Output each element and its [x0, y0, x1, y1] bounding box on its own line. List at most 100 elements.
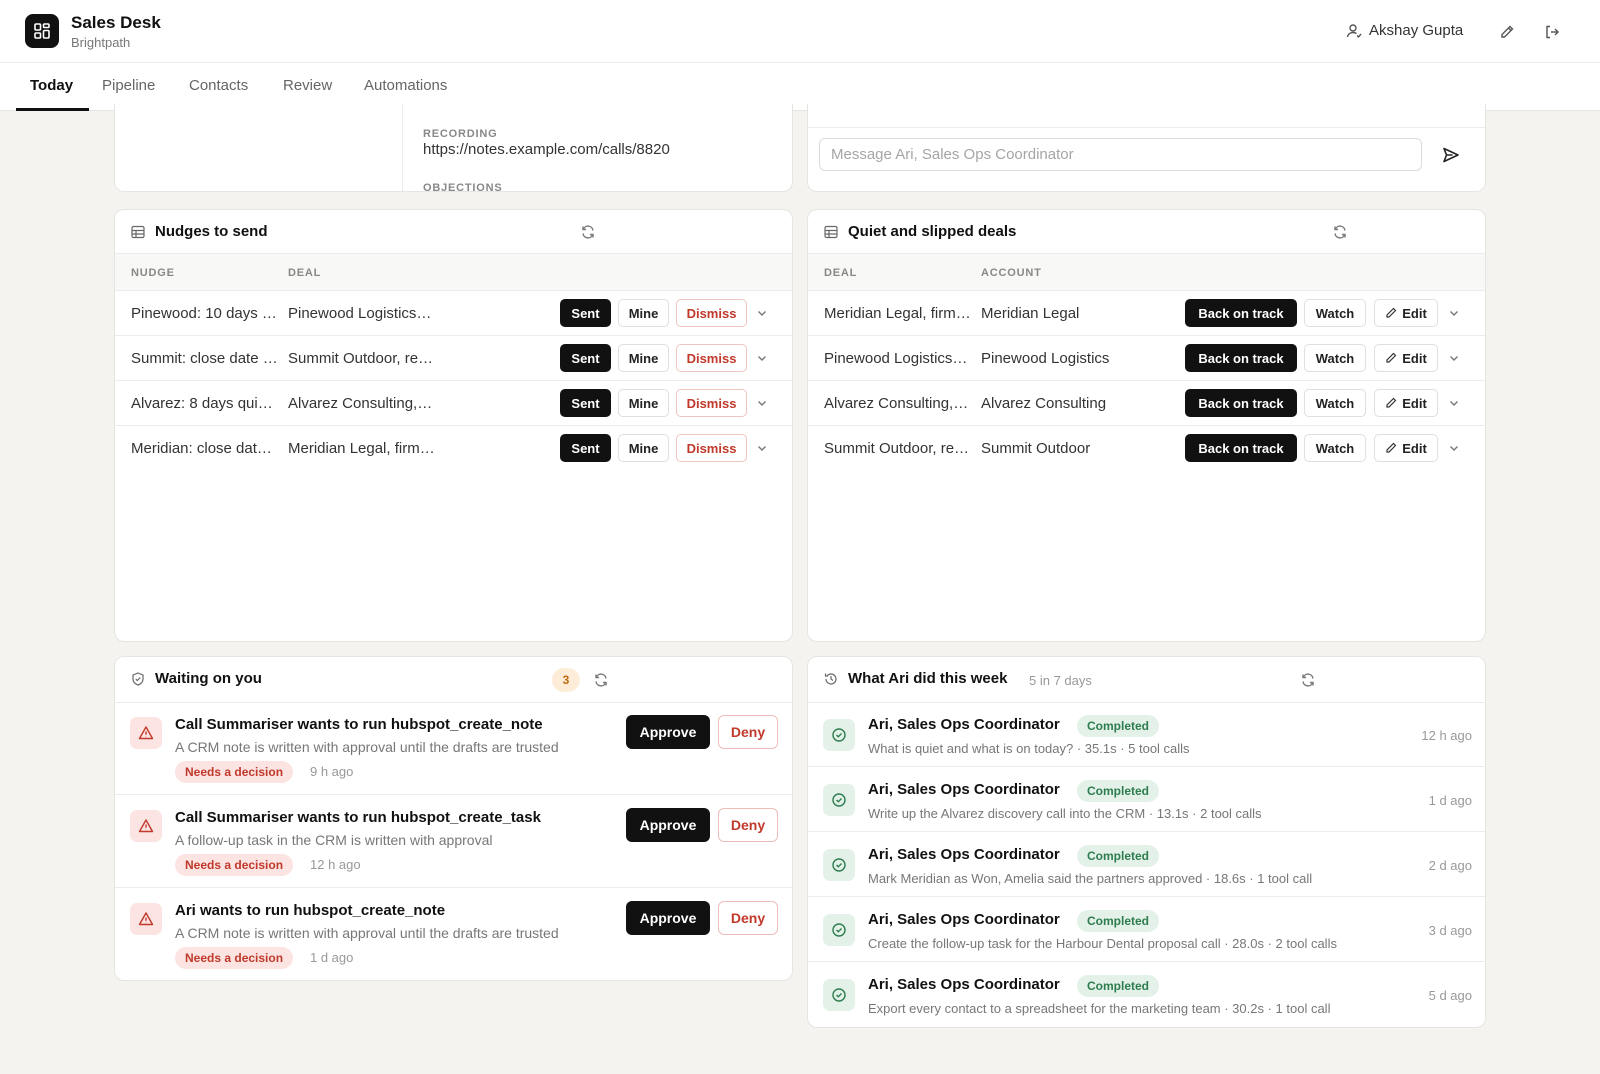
dismiss-button[interactable]: Dismiss — [676, 344, 747, 372]
chat-divider — [808, 127, 1485, 128]
timestamp: 9 h ago — [310, 764, 354, 779]
activity-item[interactable]: Ari, Sales Ops Coordinator Completed Exp… — [808, 963, 1485, 1027]
edit-button[interactable]: Edit — [1374, 299, 1438, 327]
tab-pipeline[interactable]: Pipeline — [102, 77, 155, 94]
sent-button[interactable]: Sent — [560, 344, 611, 372]
chevron-down-icon[interactable] — [1448, 352, 1460, 364]
mine-button[interactable]: Mine — [618, 434, 669, 462]
watch-button[interactable]: Watch — [1304, 434, 1366, 462]
nudge-cell: Alvarez: 8 days qui… — [131, 395, 273, 412]
edit-button[interactable]: Edit — [1374, 344, 1438, 372]
dismiss-button[interactable]: Dismiss — [676, 299, 747, 327]
pencil-icon — [1385, 352, 1397, 364]
check-circle-icon — [823, 849, 855, 881]
deny-button[interactable]: Deny — [718, 808, 778, 842]
check-circle-icon — [823, 979, 855, 1011]
approve-button[interactable]: Approve — [626, 808, 710, 842]
watch-button[interactable]: Watch — [1304, 299, 1366, 327]
edit-button[interactable]: Edit — [1374, 434, 1438, 462]
chevron-down-icon[interactable] — [1448, 442, 1460, 454]
activity-item[interactable]: Ari, Sales Ops Coordinator Completed Mar… — [808, 833, 1485, 897]
back-on-track-button[interactable]: Back on track — [1185, 434, 1297, 462]
approval-title: Ari wants to run hubspot_create_note — [175, 902, 446, 919]
refresh-icon[interactable] — [1332, 224, 1348, 240]
watch-button[interactable]: Watch — [1304, 389, 1366, 417]
chevron-down-icon[interactable] — [756, 397, 768, 409]
account-cell: Meridian Legal — [981, 305, 1080, 322]
tab-review[interactable]: Review — [283, 77, 332, 94]
approval-item: Call Summariser wants to run hubspot_cre… — [115, 703, 792, 795]
refresh-icon[interactable] — [580, 224, 596, 240]
agent-name: Ari, Sales Ops Coordinator — [868, 911, 1060, 928]
logout-icon[interactable] — [1542, 22, 1562, 42]
deal-cell: Meridian Legal, firm… — [288, 440, 435, 457]
chevron-down-icon[interactable] — [1448, 397, 1460, 409]
timestamp: 12 h ago — [310, 857, 361, 872]
sent-button[interactable]: Sent — [560, 389, 611, 417]
check-circle-icon — [823, 914, 855, 946]
tab-automations[interactable]: Automations — [364, 77, 447, 94]
status-badge: Completed — [1077, 715, 1160, 737]
dismiss-button[interactable]: Dismiss — [676, 389, 747, 417]
activity-item[interactable]: Ari, Sales Ops Coordinator Completed Wha… — [808, 703, 1485, 767]
edit-button[interactable]: Edit — [1374, 389, 1438, 417]
activity-item[interactable]: Ari, Sales Ops Coordinator Completed Cre… — [808, 898, 1485, 962]
status-badge: Completed — [1077, 910, 1160, 932]
agent-name: Ari, Sales Ops Coordinator — [868, 716, 1060, 733]
app-title: Sales Desk — [71, 13, 161, 32]
recording-link[interactable]: https://notes.example.com/calls/8820 — [423, 141, 670, 158]
approval-description: A CRM note is written with approval unti… — [175, 739, 559, 755]
call-details-panel: RECORDING https://notes.example.com/call… — [403, 104, 792, 191]
table-row: Pinewood: 10 days … Pinewood Logistics… … — [115, 291, 792, 336]
chevron-down-icon[interactable] — [756, 352, 768, 364]
approve-button[interactable]: Approve — [626, 715, 710, 749]
timestamp: 5 d ago — [1428, 988, 1472, 1003]
deny-button[interactable]: Deny — [718, 715, 778, 749]
column-header-deal: DEAL — [824, 267, 858, 279]
activity-item[interactable]: Ari, Sales Ops Coordinator Completed Wri… — [808, 768, 1485, 832]
chevron-down-icon[interactable] — [756, 442, 768, 454]
approve-button[interactable]: Approve — [626, 901, 710, 935]
approval-title: Call Summariser wants to run hubspot_cre… — [175, 809, 541, 826]
check-circle-icon — [823, 719, 855, 751]
chevron-down-icon[interactable] — [1448, 307, 1460, 319]
column-header-nudge: NUDGE — [131, 267, 175, 279]
activity-description: Mark Meridian as Won, Amelia said the pa… — [868, 871, 1313, 886]
chevron-down-icon[interactable] — [756, 307, 768, 319]
tab-today[interactable]: Today — [30, 77, 73, 94]
activity-description: What is quiet and what is on today? · 35… — [868, 741, 1190, 756]
user-name: Akshay Gupta — [1369, 22, 1464, 39]
mine-button[interactable]: Mine — [618, 389, 669, 417]
deny-button[interactable]: Deny — [718, 901, 778, 935]
timestamp: 3 d ago — [1428, 923, 1472, 938]
send-icon[interactable] — [1442, 146, 1460, 164]
warning-icon — [130, 810, 162, 842]
pencil-icon — [1385, 307, 1397, 319]
sent-button[interactable]: Sent — [560, 434, 611, 462]
chat-message-input[interactable] — [819, 138, 1422, 171]
tab-contacts[interactable]: Contacts — [189, 77, 248, 94]
timestamp: 1 d ago — [1428, 793, 1472, 808]
edit-icon[interactable] — [1497, 22, 1517, 42]
history-icon — [824, 672, 838, 686]
active-tab-indicator — [16, 108, 89, 111]
deals-header: Quiet and slipped deals — [808, 210, 1485, 254]
back-on-track-button[interactable]: Back on track — [1185, 344, 1297, 372]
refresh-icon[interactable] — [1300, 672, 1316, 688]
refresh-icon[interactable] — [593, 672, 609, 688]
dismiss-button[interactable]: Dismiss — [676, 434, 747, 462]
mine-button[interactable]: Mine — [618, 344, 669, 372]
back-on-track-button[interactable]: Back on track — [1185, 299, 1297, 327]
table-row: Meridian Legal, firm… Meridian Legal Bac… — [808, 291, 1485, 336]
sent-button[interactable]: Sent — [560, 299, 611, 327]
activity-card: What Ari did this week 5 in 7 days Ari, … — [807, 656, 1486, 1028]
mine-button[interactable]: Mine — [618, 299, 669, 327]
activity-description: Write up the Alvarez discovery call into… — [868, 806, 1262, 821]
app-header: Sales Desk Brightpath Akshay Gupta — [0, 0, 1600, 63]
user-menu[interactable]: Akshay Gupta — [1346, 22, 1463, 39]
watch-button[interactable]: Watch — [1304, 344, 1366, 372]
back-on-track-button[interactable]: Back on track — [1185, 389, 1297, 417]
check-circle-icon — [823, 784, 855, 816]
agent-name: Ari, Sales Ops Coordinator — [868, 846, 1060, 863]
warning-icon — [130, 903, 162, 935]
